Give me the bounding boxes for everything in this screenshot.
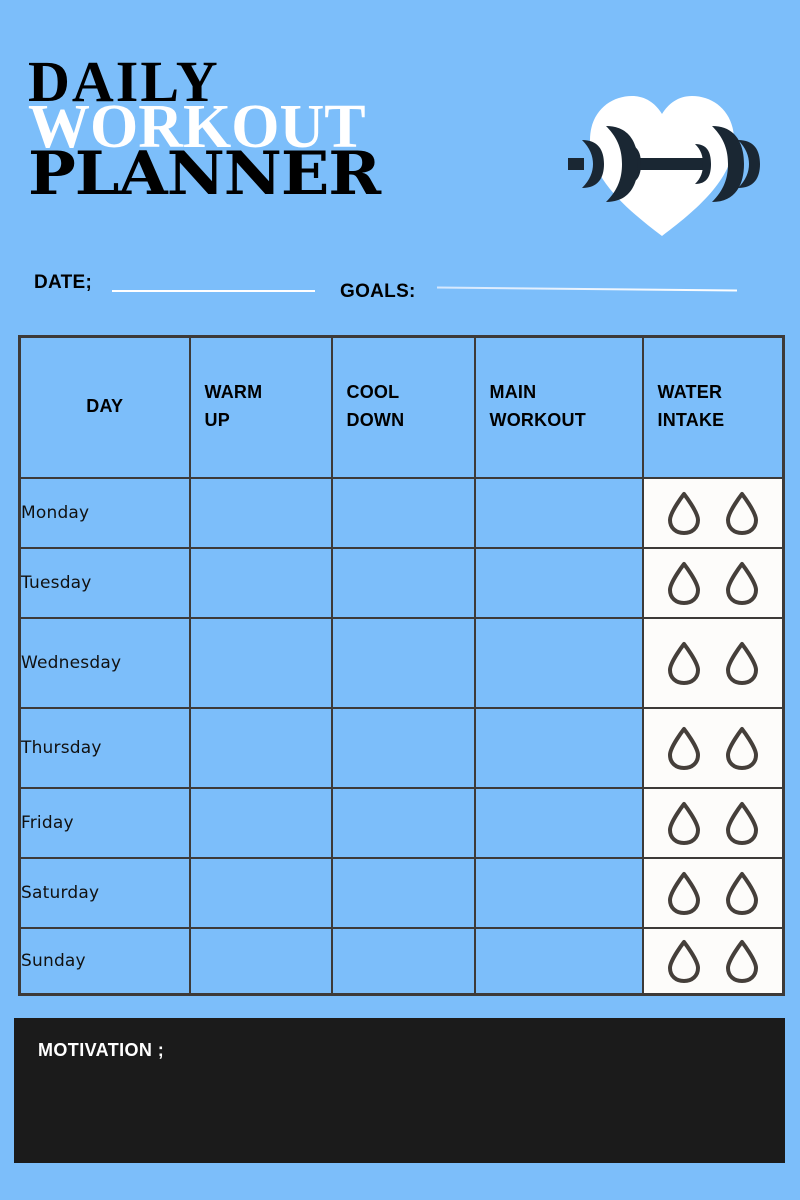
date-label: DATE; xyxy=(34,272,93,293)
cool-down-cell[interactable] xyxy=(330,546,476,619)
cool-down-cell[interactable] xyxy=(330,706,476,789)
goals-input-line[interactable] xyxy=(436,286,738,292)
warm-up-cell[interactable] xyxy=(188,546,333,619)
water-droplet-icon xyxy=(725,801,758,845)
water-intake-cell[interactable] xyxy=(641,616,785,709)
column-header-main-workout-label-2: WORKOUT xyxy=(489,410,586,431)
page-title: DAILY WORKOUT PLANNER xyxy=(28,53,381,205)
motivation-label: MOTIVATION ; xyxy=(38,1040,165,1060)
column-header-water-intake: WATER INTAKE xyxy=(641,335,785,479)
warm-up-cell[interactable] xyxy=(188,856,333,929)
day-cell: Tuesday xyxy=(18,546,191,619)
column-header-warm-up: WARM UP xyxy=(188,335,333,479)
water-droplet-icon xyxy=(725,939,758,983)
main-workout-cell[interactable] xyxy=(473,476,644,549)
cool-down-cell[interactable] xyxy=(330,616,476,709)
cool-down-cell[interactable] xyxy=(330,786,476,859)
column-header-main-workout: MAIN WORKOUT xyxy=(473,335,644,479)
water-droplet-icon xyxy=(725,641,758,685)
goals-label: GOALS: xyxy=(340,281,416,302)
table-header-row: DAY WARM UP COOL DOWN MAIN WORKOUT WATER… xyxy=(18,335,785,479)
table-row: Monday xyxy=(18,476,785,549)
column-header-cool-down: COOL DOWN xyxy=(330,335,476,479)
water-droplet-icon xyxy=(667,641,700,685)
column-header-day: DAY xyxy=(18,335,191,479)
workout-planner-table: DAY WARM UP COOL DOWN MAIN WORKOUT WATER… xyxy=(18,335,785,996)
water-intake-cell[interactable] xyxy=(641,926,785,996)
water-droplet-icon xyxy=(667,939,700,983)
table-row: Thursday xyxy=(18,706,785,789)
title-line-planner: PLANNER xyxy=(28,139,381,210)
day-cell: Wednesday xyxy=(18,616,191,709)
water-intake-cell[interactable] xyxy=(641,476,785,549)
water-droplet-icon xyxy=(725,561,758,605)
warm-up-cell[interactable] xyxy=(188,786,333,859)
heart-dumbbell-icon xyxy=(562,48,762,243)
table-row: Friday xyxy=(18,786,785,859)
main-workout-cell[interactable] xyxy=(473,706,644,789)
motivation-panel[interactable]: MOTIVATION ; xyxy=(14,1018,785,1163)
column-header-cool-down-label-1: COOL xyxy=(346,382,400,403)
table-row: Saturday xyxy=(18,856,785,929)
main-workout-cell[interactable] xyxy=(473,546,644,619)
table-row: Tuesday xyxy=(18,546,785,619)
date-input-line[interactable] xyxy=(112,290,315,292)
day-cell: Saturday xyxy=(18,856,191,929)
water-droplet-icon xyxy=(667,801,700,845)
main-workout-cell[interactable] xyxy=(473,616,644,709)
table-row: Sunday xyxy=(18,926,785,996)
water-droplet-icon xyxy=(667,871,700,915)
water-droplet-icon xyxy=(667,491,700,535)
warm-up-cell[interactable] xyxy=(188,476,333,549)
water-intake-cell[interactable] xyxy=(641,546,785,619)
main-workout-cell[interactable] xyxy=(473,926,644,996)
header: DAILY WORKOUT PLANNER xyxy=(0,0,800,260)
water-droplet-icon xyxy=(667,726,700,770)
water-droplet-icon xyxy=(725,871,758,915)
day-cell: Sunday xyxy=(18,926,191,996)
water-intake-cell[interactable] xyxy=(641,856,785,929)
day-cell: Friday xyxy=(18,786,191,859)
water-intake-cell[interactable] xyxy=(641,706,785,789)
meta-row: DATE; GOALS: xyxy=(0,268,800,313)
main-workout-cell[interactable] xyxy=(473,856,644,929)
column-header-main-workout-label-1: MAIN xyxy=(489,382,537,403)
column-header-cool-down-label-2: DOWN xyxy=(346,410,405,431)
warm-up-cell[interactable] xyxy=(188,616,333,709)
warm-up-cell[interactable] xyxy=(188,926,333,996)
main-workout-cell[interactable] xyxy=(473,786,644,859)
day-cell: Monday xyxy=(18,476,191,549)
cool-down-cell[interactable] xyxy=(330,926,476,996)
table-row: Wednesday xyxy=(18,616,785,709)
column-header-water-intake-label-1: WATER xyxy=(657,382,723,403)
day-cell: Thursday xyxy=(18,706,191,789)
column-header-day-label: DAY xyxy=(86,396,124,417)
table-body: Monday Tuesday Wednesday Thursday Friday Satu… xyxy=(18,476,785,996)
table-header: DAY WARM UP COOL DOWN MAIN WORKOUT WATER… xyxy=(18,335,785,479)
water-droplet-icon xyxy=(725,726,758,770)
cool-down-cell[interactable] xyxy=(330,856,476,929)
water-droplet-icon xyxy=(725,491,758,535)
cool-down-cell[interactable] xyxy=(330,476,476,549)
warm-up-cell[interactable] xyxy=(188,706,333,789)
column-header-warm-up-label-2: UP xyxy=(204,410,230,431)
water-intake-cell[interactable] xyxy=(641,786,785,859)
column-header-water-intake-label-2: INTAKE xyxy=(657,410,725,431)
column-header-warm-up-label-1: WARM xyxy=(204,382,263,403)
water-droplet-icon xyxy=(667,561,700,605)
